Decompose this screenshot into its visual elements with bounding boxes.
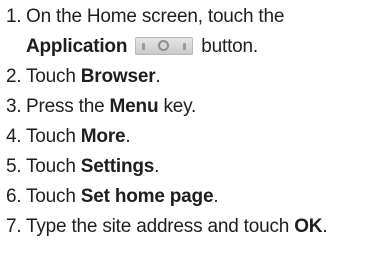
step-3: 3. Press the Menu key. xyxy=(0,92,389,122)
step-number: 6. xyxy=(6,186,22,207)
step-text: Touch Set home page. xyxy=(26,182,389,212)
step-5: 5. Touch Settings. xyxy=(0,152,389,182)
step-text-post: key. xyxy=(158,96,197,117)
step-7: 7. Type the site address and touch OK. xyxy=(0,212,389,242)
step-text: On the Home screen, touch the Applicatio… xyxy=(26,2,389,62)
step-bold: Set home page xyxy=(80,186,214,207)
step-text-post: . xyxy=(155,66,161,87)
step-bold: OK xyxy=(294,216,323,237)
step-text-line2: Application button. xyxy=(26,32,389,62)
step-bold: More xyxy=(80,126,126,147)
right-dots-icon xyxy=(183,43,187,50)
step-text-pre: On the Home screen, touch the xyxy=(26,6,285,27)
step-text-post: . xyxy=(213,186,219,207)
step-text-pre: Press the xyxy=(26,96,110,117)
step-bold: Settings xyxy=(80,156,155,177)
step-bold: Application xyxy=(26,36,128,57)
step-number: 4. xyxy=(6,126,22,147)
step-number: 5. xyxy=(6,156,22,177)
step-4: 4. Touch More. xyxy=(0,122,389,152)
step-text-pre: Touch xyxy=(26,186,81,207)
step-text: Press the Menu key. xyxy=(26,92,389,122)
step-bold: Browser xyxy=(80,66,156,87)
step-number: 7. xyxy=(6,216,22,237)
step-number: 3. xyxy=(6,96,22,117)
step-text-post: button. xyxy=(201,36,258,57)
step-text-pre: Touch xyxy=(26,66,81,87)
step-text: Touch Settings. xyxy=(26,152,389,182)
step-6: 6. Touch Set home page. xyxy=(0,182,389,212)
step-text: Type the site address and touch OK. xyxy=(26,212,389,242)
step-1: 1. On the Home screen, touch the Applica… xyxy=(0,2,389,62)
circle-icon xyxy=(158,40,170,51)
step-text-post: . xyxy=(154,156,160,177)
step-text: Touch Browser. xyxy=(26,62,389,92)
step-text-pre: Type the site address and touch xyxy=(26,216,295,237)
step-number: 2. xyxy=(6,66,22,87)
step-2: 2. Touch Browser. xyxy=(0,62,389,92)
step-bold: Menu xyxy=(109,96,159,117)
step-text-post: . xyxy=(322,216,328,237)
step-number: 1. xyxy=(6,6,22,27)
left-dots-icon xyxy=(142,43,146,50)
step-text-post: . xyxy=(125,126,131,147)
step-text: Touch More. xyxy=(26,122,389,152)
step-text-pre: Touch xyxy=(26,126,81,147)
step-text-pre: Touch xyxy=(26,156,81,177)
instruction-list: 1. On the Home screen, touch the Applica… xyxy=(0,2,389,242)
application-button-icon xyxy=(135,37,194,55)
